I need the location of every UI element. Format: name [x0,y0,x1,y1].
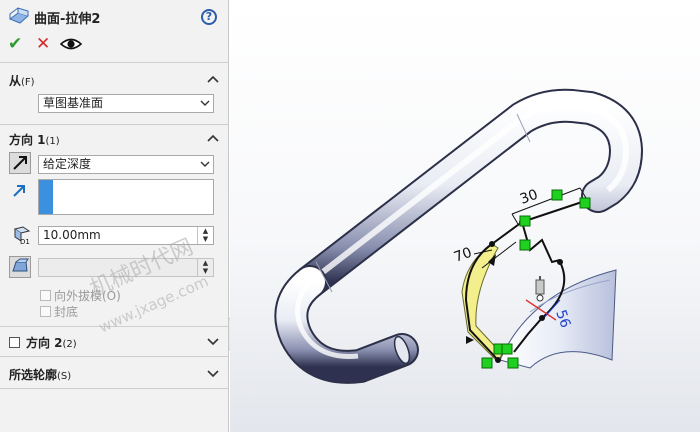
direction1-section-header[interactable]: 方向 1(1) [9,131,60,148]
help-icon[interactable]: ? [201,9,217,25]
direction2-checkbox[interactable] [9,337,20,348]
direction-arrow-icon [13,185,25,197]
model-canvas[interactable]: 30 70 56 [230,0,700,432]
from-section-header[interactable]: 从(F) [9,72,35,89]
dimension-70-label[interactable]: 70 [452,245,474,266]
surface-extrude-icon [8,7,30,24]
depth-icon-label: D1 [20,238,30,245]
selection-focus-bar [39,180,53,214]
property-manager-titlebar: 曲面-拉伸2 ? [0,0,229,32]
reverse-direction-icon [13,156,27,170]
spin-up-icon[interactable]: ▲ [198,227,213,235]
checkbox-box[interactable] [40,306,51,317]
selected-contours-header[interactable]: 所选轮廓(S) [9,366,71,383]
direction2-title: 方向 2 [26,336,63,350]
feature-title: 曲面-拉伸2 [34,12,101,27]
direction1-shortcut: (1) [45,136,60,147]
reverse-direction-button[interactable] [9,152,31,174]
chevron-down-icon [200,161,210,167]
divider [0,62,229,63]
cancel-icon[interactable]: ✕ [36,34,50,54]
preview-eye-icon[interactable] [60,36,82,52]
depth-icon: D1 [13,226,31,245]
selected-contours-shortcut: (S) [57,371,72,382]
chevron-down-icon [200,100,210,106]
chevron-down-icon[interactable] [207,370,219,378]
extrude-direction-arrow[interactable] [535,276,545,302]
end-condition-select[interactable]: 给定深度 [38,155,214,174]
chevron-up-icon[interactable] [207,75,219,83]
ok-icon[interactable]: ✔ [8,34,22,54]
checkbox-box[interactable] [40,290,51,301]
action-buttons: ✔ ✕ [6,34,96,54]
spin-down-icon[interactable]: ▼ [198,235,213,243]
direction-reference-selection-box[interactable] [38,179,214,215]
property-manager-panel: 曲面-拉伸2 ? ✔ ✕ 从(F) 草图基准面 方向 1(1) 给定深度 D1 … [0,0,229,432]
from-select-value: 草图基准面 [43,96,104,110]
end-condition-value: 给定深度 [43,157,92,171]
direction1-title: 方向 1 [9,133,46,147]
depth-spinner[interactable]: ▲ ▼ [197,227,213,244]
direction2-section-header[interactable]: 方向 2(2) [9,334,77,351]
from-start-condition-select[interactable]: 草图基准面 [38,94,214,113]
from-section-title: 从 [9,74,22,88]
chevron-down-icon[interactable] [207,338,219,346]
graphics-viewport[interactable]: 30 70 56 [230,0,700,432]
spin-up-icon[interactable]: ▲ [198,259,213,267]
cap-end-label: 封底 [54,305,79,319]
from-section-shortcut: (F) [21,77,35,88]
divider [0,388,229,389]
divider [0,124,229,125]
divider [0,356,229,357]
draft-toggle-button[interactable] [9,256,31,278]
selected-contours-title: 所选轮廓 [9,368,58,382]
direction2-shortcut: (2) [62,339,77,350]
cap-end-checkbox[interactable]: 封底 [40,303,78,320]
depth-value: 10.00mm [43,228,101,242]
chevron-up-icon[interactable] [207,134,219,142]
draft-icon [12,258,29,272]
